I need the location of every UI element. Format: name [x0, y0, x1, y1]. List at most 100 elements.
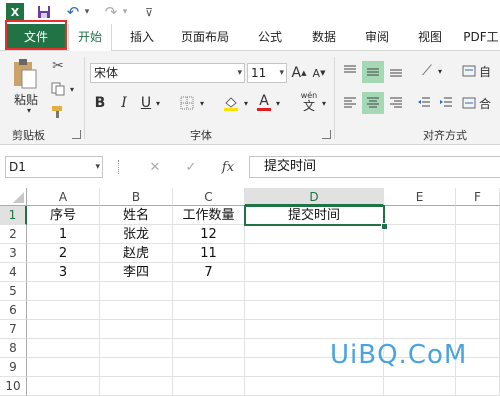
tab-pdf-tools[interactable]: PDF工: [462, 24, 500, 50]
align-top-icon[interactable]: [340, 61, 360, 81]
align-middle-icon[interactable]: [362, 61, 384, 83]
cell-c5[interactable]: [173, 282, 245, 301]
cell-f7[interactable]: [456, 320, 500, 339]
cell-c2[interactable]: 12: [173, 225, 245, 244]
copy-dropdown-icon[interactable]: ▾: [68, 80, 76, 98]
customize-toolbar-icon[interactable]: ⊽: [142, 3, 156, 21]
cell-c4[interactable]: 7: [173, 263, 245, 282]
chevron-down-icon[interactable]: ▾: [95, 157, 100, 177]
cell-e3[interactable]: [384, 244, 456, 263]
cell-a4[interactable]: 3: [27, 263, 100, 282]
align-center-icon[interactable]: [362, 92, 384, 114]
cell-e5[interactable]: [384, 282, 456, 301]
cell-a8[interactable]: [27, 339, 100, 358]
paste-dropdown-icon[interactable]: ▾: [24, 105, 34, 115]
cell-a3[interactable]: 2: [27, 244, 100, 263]
grow-font-icon[interactable]: A ▲: [292, 63, 307, 83]
cell-b10[interactable]: [100, 377, 173, 396]
format-painter-icon[interactable]: [48, 103, 68, 121]
cell-c7[interactable]: [173, 320, 245, 339]
cell-c3[interactable]: 11: [173, 244, 245, 263]
column-header-d[interactable]: D: [245, 188, 384, 206]
phonetic-guide-icon[interactable]: wén 文: [298, 89, 320, 115]
cell-b2[interactable]: 张龙: [100, 225, 173, 244]
borders-dropdown-icon[interactable]: ▾: [198, 93, 206, 113]
tab-formulas[interactable]: 公式: [250, 24, 290, 50]
cell-f6[interactable]: [456, 301, 500, 320]
cell-f5[interactable]: [456, 282, 500, 301]
save-icon[interactable]: [35, 3, 53, 21]
cell-c1[interactable]: 工作数量: [173, 206, 245, 225]
cell-e7[interactable]: [384, 320, 456, 339]
cancel-icon[interactable]: ✕: [144, 156, 166, 178]
tab-view[interactable]: 视图: [410, 24, 450, 50]
cell-b7[interactable]: [100, 320, 173, 339]
row-header-4[interactable]: 4: [0, 263, 27, 282]
row-header-9[interactable]: 9: [0, 358, 27, 377]
orientation-dropdown-icon[interactable]: ▾: [436, 61, 444, 81]
cell-e4[interactable]: [384, 263, 456, 282]
underline-button[interactable]: U: [138, 93, 154, 113]
underline-dropdown-icon[interactable]: ▾: [154, 93, 162, 113]
tab-insert[interactable]: 插入: [122, 24, 162, 50]
cell-d4[interactable]: [245, 263, 384, 282]
cell-e2[interactable]: [384, 225, 456, 244]
cell-a7[interactable]: [27, 320, 100, 339]
tab-page-layout[interactable]: 页面布局: [172, 24, 238, 50]
row-header-6[interactable]: 6: [0, 301, 27, 320]
cell-e10[interactable]: [384, 377, 456, 396]
undo-icon[interactable]: ↶: [66, 3, 80, 21]
select-all-corner[interactable]: [0, 188, 27, 206]
increase-indent-icon[interactable]: [436, 93, 456, 113]
phonetic-dropdown-icon[interactable]: ▾: [320, 93, 328, 113]
cell-a6[interactable]: [27, 301, 100, 320]
enter-icon[interactable]: ✓: [180, 156, 202, 178]
orientation-icon[interactable]: ⟋: [416, 61, 438, 81]
cell-b6[interactable]: [100, 301, 173, 320]
row-header-5[interactable]: 5: [0, 282, 27, 301]
cell-a5[interactable]: [27, 282, 100, 301]
row-header-1[interactable]: 1: [0, 206, 27, 225]
clipboard-launcher-icon[interactable]: [72, 130, 81, 139]
cell-d3[interactable]: [245, 244, 384, 263]
name-box[interactable]: D1 ▾: [5, 156, 103, 178]
copy-icon[interactable]: [48, 80, 68, 98]
merge-center-button[interactable]: 合: [462, 93, 500, 113]
paste-icon[interactable]: [8, 57, 42, 91]
insert-function-icon[interactable]: fx: [216, 156, 240, 178]
shrink-font-icon[interactable]: A ▼: [312, 63, 326, 83]
cut-icon[interactable]: ✂: [48, 57, 68, 75]
cell-e1[interactable]: [384, 206, 456, 225]
font-launcher-icon[interactable]: [322, 130, 331, 139]
chevron-down-icon[interactable]: ▾: [279, 64, 284, 82]
cell-d5[interactable]: [245, 282, 384, 301]
column-header-c[interactable]: C: [173, 188, 245, 206]
cell-c10[interactable]: [173, 377, 245, 396]
undo-dropdown-icon[interactable]: ▾: [82, 3, 92, 21]
cell-f2[interactable]: [456, 225, 500, 244]
font-color-icon[interactable]: A: [256, 91, 272, 113]
fill-handle[interactable]: [381, 223, 388, 230]
redo-icon[interactable]: ↷: [104, 3, 118, 21]
italic-button[interactable]: I: [116, 93, 132, 113]
row-header-10[interactable]: 10: [0, 377, 27, 396]
cell-f1[interactable]: [456, 206, 500, 225]
chevron-down-icon[interactable]: ▾: [237, 64, 242, 82]
row-header-8[interactable]: 8: [0, 339, 27, 358]
cell-b1[interactable]: 姓名: [100, 206, 173, 225]
cell-f10[interactable]: [456, 377, 500, 396]
cell-b5[interactable]: [100, 282, 173, 301]
tab-data[interactable]: 数据: [304, 24, 344, 50]
cell-e6[interactable]: [384, 301, 456, 320]
fill-color-dropdown-icon[interactable]: ▾: [242, 93, 250, 113]
cell-b3[interactable]: 赵虎: [100, 244, 173, 263]
wrap-text-button[interactable]: 自: [462, 61, 500, 81]
cell-a2[interactable]: 1: [27, 225, 100, 244]
cell-c9[interactable]: [173, 358, 245, 377]
cell-c6[interactable]: [173, 301, 245, 320]
row-header-7[interactable]: 7: [0, 320, 27, 339]
row-header-3[interactable]: 3: [0, 244, 27, 263]
cell-d7[interactable]: [245, 320, 384, 339]
cell-a9[interactable]: [27, 358, 100, 377]
align-right-icon[interactable]: [386, 93, 406, 113]
